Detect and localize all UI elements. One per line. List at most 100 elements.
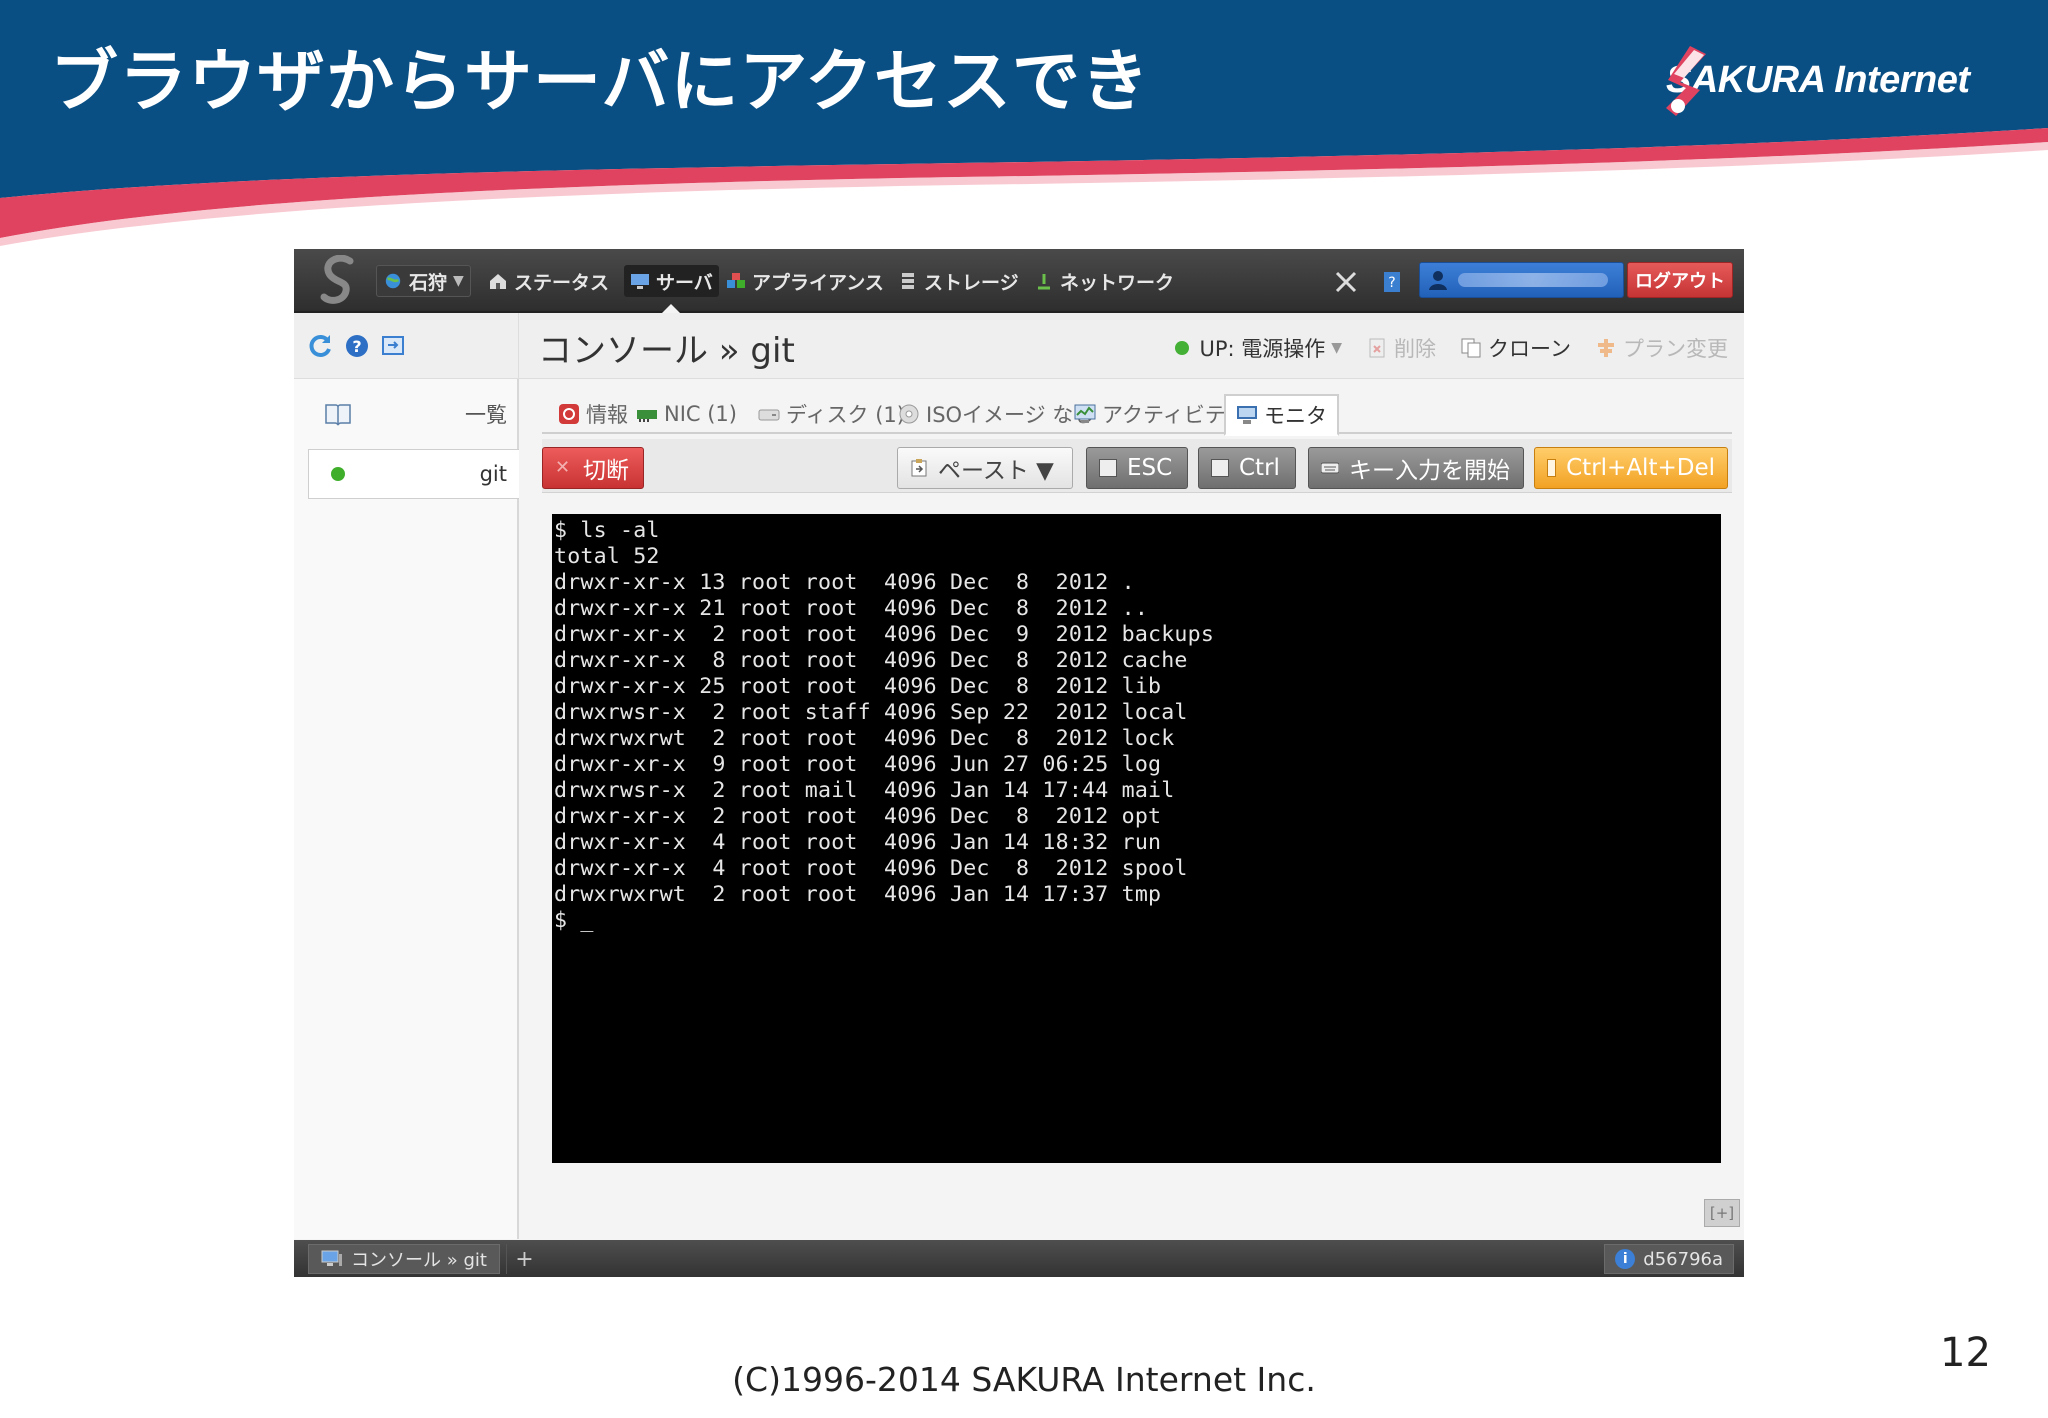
terminal-line: drwxr-xr-x 2 root root 4096 Dec 9 2012 b… [554,622,1215,647]
version-badge[interactable]: i d56796a [1604,1244,1734,1274]
bottom-status-bar: コンソール » git + i d56796a [294,1240,1744,1277]
tab-nic[interactable]: NIC (1) [626,394,747,434]
help-icon[interactable]: ? [344,333,370,359]
monitor-icon [1237,406,1257,424]
nav-label: ストレージ [924,271,1019,294]
sakura-logo-icon [1666,46,1706,116]
chevron-down-icon: ▼ [453,273,464,289]
nav-appliance[interactable]: アプライアンス [726,265,884,297]
monitor-icon [631,274,649,289]
esc-label: ESC [1127,455,1173,481]
nav-label: サーバ [656,271,713,294]
refresh-icon[interactable] [308,333,334,359]
storage-icon [902,273,914,289]
server-name: git [479,462,507,486]
server-tabs: 情報 NIC (1) ディスク (1) ISOイメージ なし アクティビティ モ… [542,394,1732,436]
add-window-button[interactable]: + [506,1244,542,1274]
start-key-input-button[interactable]: キー入力を開始 [1308,447,1524,489]
zone-label: 石狩 [409,271,448,294]
redacted-username [1458,273,1608,287]
version-label: d56796a [1643,1248,1723,1270]
paste-button[interactable]: ペースト ▼ [897,447,1073,489]
terminal-line: total 52 [554,544,660,569]
network-icon [1038,274,1050,290]
terminal-line: drwxr-xr-x 25 root root 4096 Dec 8 2012 … [554,674,1162,699]
esc-key-button[interactable]: ESC [1086,447,1188,489]
power-control-menu[interactable]: UP: 電源操作 ▼ [1175,333,1342,363]
terminal-line: drwxr-xr-x 2 root root 4096 Dec 8 2012 o… [554,804,1162,829]
appliance-icon [727,273,745,288]
paste-icon [911,459,927,477]
server-actions: UP: 電源操作 ▼ 削除 クローン プラン変更 [1151,333,1728,363]
sidebar-item-git[interactable]: git [308,449,519,499]
chevron-down-icon: ▼ [1331,340,1343,356]
nav-network[interactable]: ネットワーク [1034,265,1174,297]
window-icon[interactable] [380,333,406,359]
copyright-notice: (C)1996-2014 SAKURA Internet Inc. [732,1360,1316,1399]
terminal-line: $ _ [554,908,594,933]
tab-info[interactable]: 情報 [548,394,638,434]
console-window-tab[interactable]: コンソール » git [308,1244,500,1274]
server-sidebar: 一覧 git [294,379,519,1239]
terminal-line: drwxrwxrwt 2 root root 4096 Jan 14 17:37… [554,882,1162,907]
terminal-line: $ ls -al [554,518,660,543]
nav-status[interactable]: ステータス [488,265,609,297]
plan-change-button[interactable]: プラン変更 [1595,333,1728,363]
paste-label: ペースト ▼ [938,458,1054,484]
svg-text:?: ? [1388,275,1395,291]
home-icon [490,274,506,289]
clone-label: クローン [1488,337,1571,361]
ctrl-label: Ctrl [1239,455,1280,481]
nav-storage[interactable]: ストレージ [898,265,1019,297]
plan-change-icon [1598,339,1614,357]
control-panel-screenshot: 石狩 ▼ ステータス サーバ アプライアンス ストレージ ネットワーク ? ログ… [294,249,1744,1277]
info-icon [559,404,579,424]
logout-button[interactable]: ログアウト [1627,262,1733,298]
delete-label: 削除 [1394,337,1437,361]
nav-label: ネットワーク [1060,271,1175,294]
sub-toolbar: ? コンソール » git UP: 電源操作 ▼ 削除 クローン プラン変更 [294,313,1744,379]
ctrl-alt-del-label: Ctrl+Alt+Del [1566,455,1715,481]
user-icon [1429,271,1447,290]
top-navigation: 石狩 ▼ ステータス サーバ アプライアンス ストレージ ネットワーク ? ログ… [294,249,1744,314]
info-icon: i [1615,1249,1636,1269]
power-status-label: UP: 電源操作 [1199,337,1326,361]
clone-button[interactable]: クローン [1460,333,1571,363]
monitor-icon [321,1250,342,1266]
plan-change-label: プラン変更 [1623,337,1728,361]
user-account-button[interactable] [1419,262,1624,298]
server-list-label: 一覧 [465,403,507,427]
delete-button[interactable]: 削除 [1366,333,1436,363]
tools-icon[interactable] [1334,269,1358,295]
key-input-label: キー入力を開始 [1349,458,1510,484]
console-terminal[interactable]: $ ls -al total 52 drwxr-xr-x 13 root root … [552,514,1721,1163]
key-icon [1547,459,1557,477]
ctrl-alt-del-button[interactable]: Ctrl+Alt+Del [1534,447,1728,489]
book-icon [325,404,351,426]
tab-label: モニタ [1264,404,1327,428]
page-number: 12 [1940,1330,1991,1376]
disk-icon [758,409,780,421]
ctrl-key-button[interactable]: Ctrl [1198,447,1296,489]
key-icon [1211,459,1229,477]
terminal-line: drwxr-xr-x 13 root root 4096 Dec 8 2012 … [554,570,1135,595]
disconnect-icon: ✕ [555,457,571,478]
svg-text:?: ? [352,337,361,356]
nav-label: ステータス [514,271,610,294]
app-logo-icon[interactable] [316,255,362,307]
zone-selector[interactable]: 石狩 ▼ [376,265,471,297]
terminal-line: drwxrwxrwt 2 root root 4096 Dec 8 2012 l… [554,726,1175,751]
clone-icon [1461,338,1481,358]
tab-label: NIC (1) [664,402,737,426]
tab-monitor[interactable]: モニタ [1224,394,1339,436]
nav-server[interactable]: サーバ [624,265,719,297]
nav-label: アプライアンス [752,271,884,294]
disconnect-button[interactable]: ✕ 切断 [542,447,644,489]
sidebar-tools: ? [294,313,519,379]
expand-button[interactable]: [+] [1704,1199,1740,1227]
key-icon [1099,459,1117,477]
server-list-header[interactable]: 一覧 [294,379,519,449]
help-book-icon[interactable]: ? [1380,269,1404,295]
status-dot-icon [1175,341,1190,355]
slide-header: ブラウザからサーバにアクセスでき SAKURA Internet [0,0,2048,250]
